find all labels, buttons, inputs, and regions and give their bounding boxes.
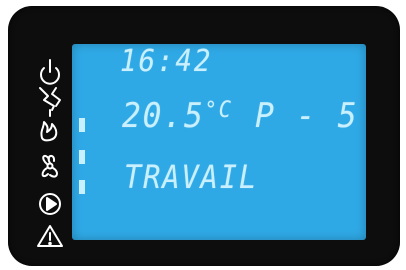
warning-triangle-icon (37, 225, 63, 247)
fan-icon (41, 154, 58, 178)
play-circle-icon (39, 193, 61, 215)
lcd-screen (72, 44, 366, 240)
level-segment (79, 118, 85, 132)
temperature-value: 20.5 (122, 96, 205, 136)
level-segment (79, 150, 85, 164)
power-standby-icon (40, 59, 60, 85)
status-icon-column (32, 58, 68, 248)
temperature-unit: °C (204, 98, 233, 123)
mode-display: TRAVAIL (124, 158, 258, 196)
time-display: 16:42 (120, 44, 213, 79)
energy-lightning-icon (39, 87, 61, 111)
temperature-display: 20.5°C (122, 96, 233, 136)
program-display: P - 5 (255, 96, 359, 136)
flame-burner-icon (40, 109, 58, 142)
level-segment (79, 180, 85, 194)
